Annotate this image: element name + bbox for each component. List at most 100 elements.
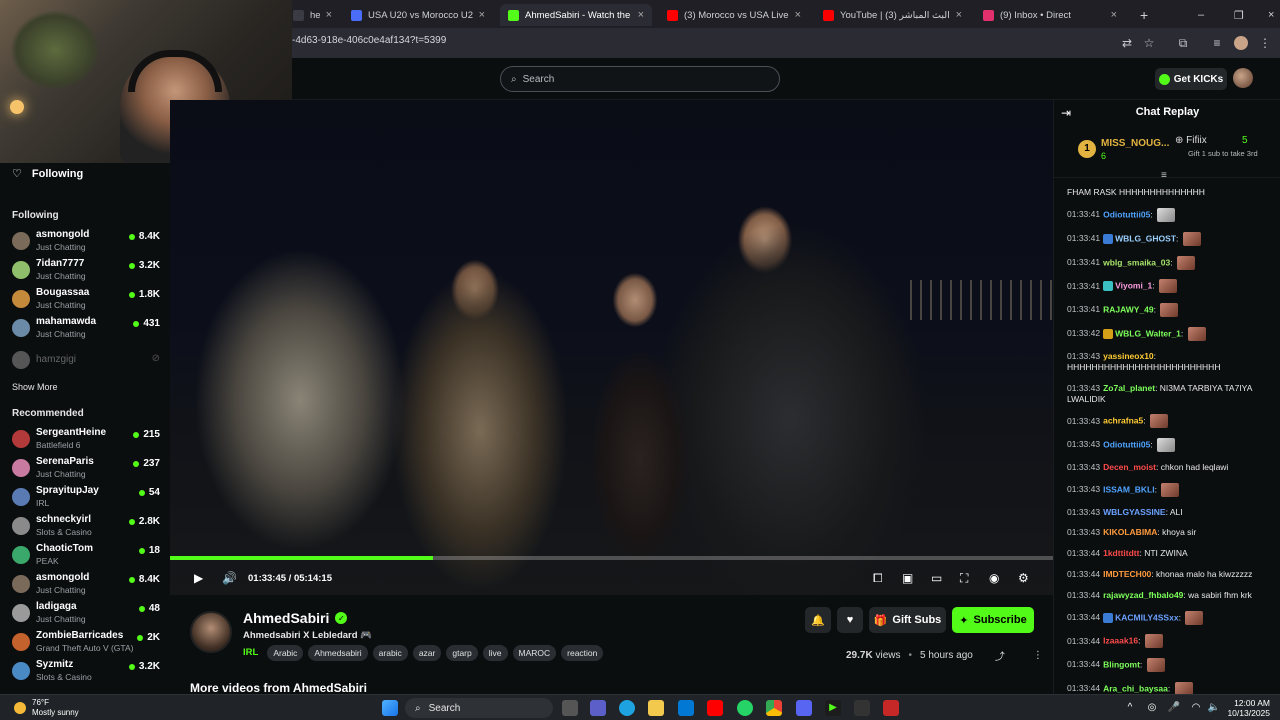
outlook-icon[interactable] — [678, 700, 694, 716]
wifi-icon[interactable]: ◠ — [1188, 700, 1204, 716]
notification-bell-button[interactable]: 🔔 — [805, 607, 831, 633]
streamer-avatar[interactable] — [190, 611, 232, 653]
tag-pill[interactable]: live — [482, 644, 508, 661]
tray-chevron-icon[interactable]: ^ — [1122, 700, 1138, 716]
second-gifter[interactable]: ⊕ Fifiix — [1175, 135, 1207, 146]
sidebar-channel[interactable]: SprayitupJay IRL 54 — [12, 484, 160, 513]
tag-pill[interactable]: Ahmedsabiri — [308, 644, 368, 661]
profile-avatar-icon[interactable] — [1234, 36, 1248, 50]
chat-username[interactable]: Odiotuttii05 — [1103, 209, 1150, 219]
network-icon[interactable]: ◎ — [1144, 700, 1160, 716]
show-more-link[interactable]: Show More — [12, 382, 58, 392]
user-avatar[interactable] — [1233, 68, 1253, 88]
weather-widget[interactable]: 76°F Mostly sunny — [14, 698, 79, 718]
tag-pill[interactable]: MAROC — [512, 644, 557, 661]
clip-icon[interactable]: ⧠ — [873, 571, 883, 586]
expand-icon[interactable]: ≡ — [1161, 170, 1167, 181]
bookmark-star-icon[interactable]: ☆ — [1142, 36, 1156, 50]
chat-username[interactable]: yassineox10 — [1103, 351, 1154, 361]
tag-pill[interactable]: Arabic — [267, 644, 304, 661]
speed-icon[interactable]: ◉ — [989, 571, 999, 585]
speaker-icon[interactable]: 🔈 — [1206, 700, 1222, 716]
sidebar-channel[interactable]: 7idan7777 Just Chatting 3.2K — [12, 257, 160, 286]
youtube-icon[interactable] — [707, 700, 723, 716]
close-window-icon[interactable]: × — [1260, 4, 1280, 26]
browser-tab[interactable]: USA U20 vs Morocco U20 live s × — [343, 4, 493, 26]
video-player[interactable]: ▶ 🔊 01:33:45 / 05:14:15 ⧠ ▣ ▭ ⛶ ◉ ⚙ — [170, 100, 1053, 595]
chat-username[interactable]: Blingomt — [1103, 659, 1140, 669]
github-icon[interactable] — [854, 700, 870, 716]
close-tab-icon[interactable]: × — [795, 9, 801, 21]
close-tab-icon[interactable]: × — [956, 9, 962, 21]
settings-gear-icon[interactable]: ⚙ — [1018, 571, 1029, 585]
sidebar-channel[interactable]: SergeantHeine Battlefield 6 215 — [12, 426, 160, 455]
sidebar-channel[interactable]: ladigaga Just Chatting 48 — [12, 600, 160, 629]
system-clock[interactable]: 12:00 AM 10/13/2025 — [1227, 698, 1270, 718]
whatsapp-icon[interactable] — [737, 700, 753, 716]
tag-pill[interactable]: arabic — [372, 644, 408, 661]
tag-pill[interactable]: azar — [412, 644, 442, 661]
chat-username[interactable]: KIKOLABIMA — [1103, 527, 1157, 537]
chat-username[interactable]: ISSAM_BKLI — [1103, 484, 1154, 494]
chat-username[interactable]: KACMILY4SSxx — [1115, 612, 1178, 622]
sidebar-channel[interactable]: Syzmitz Slots & Casino 3.2K — [12, 658, 160, 687]
chat-username[interactable]: wblg_smaika_03 — [1103, 257, 1170, 267]
kick-icon[interactable]: ▶ — [825, 700, 841, 716]
url-text[interactable]: -4d63-918e-406c0e4af134?t=5399 — [292, 35, 446, 46]
browser-menu-icon[interactable]: ⋮ — [1258, 36, 1272, 50]
tag-pill[interactable]: reaction — [561, 644, 604, 661]
volume-icon[interactable]: 🔊 — [222, 571, 237, 585]
minimize-icon[interactable]: – — [1190, 4, 1212, 26]
top-gifter-name[interactable]: MISS_NOUG... — [1101, 138, 1169, 149]
discord-icon[interactable] — [796, 700, 812, 716]
sidebar-channel[interactable]: ChaoticTom PEAK 18 — [12, 542, 160, 571]
chat-username[interactable]: IMDTECH00 — [1103, 569, 1151, 579]
sidebar-channel[interactable]: mahamawda Just Chatting 431 — [12, 315, 160, 344]
chat-username[interactable]: Zo7al_planet — [1103, 383, 1155, 393]
edge-icon[interactable] — [619, 700, 635, 716]
chat-username[interactable]: achrafna5 — [1103, 416, 1143, 426]
follow-heart-button[interactable]: ♥ — [837, 607, 863, 633]
tag-pill[interactable]: gtarp — [446, 644, 478, 661]
task-view-icon[interactable] — [562, 700, 578, 716]
sidebar-channel[interactable]: asmongold Just Chatting 8.4K — [12, 228, 160, 257]
windows-start-icon[interactable] — [382, 700, 398, 716]
chat-username[interactable]: Izaaak16 — [1103, 636, 1138, 646]
chat-username[interactable]: 1kdttitdtt — [1103, 548, 1139, 558]
chat-username[interactable]: Ara_chi_baysaa — [1103, 683, 1168, 693]
sidebar-channel[interactable]: schneckyirl Slots & Casino 2.8K — [12, 513, 160, 542]
following-nav[interactable]: ♡ Following — [12, 167, 83, 181]
chat-username[interactable]: WBLGYASSINE — [1103, 507, 1166, 517]
new-tab-icon[interactable]: + — [1132, 4, 1156, 26]
mini-player-icon[interactable]: ▣ — [902, 571, 913, 585]
extensions-icon[interactable]: ⧉ — [1176, 36, 1190, 50]
streamer-name[interactable]: AhmedSabiri ✓ — [243, 610, 348, 626]
close-tab-icon[interactable]: × — [638, 9, 644, 21]
browser-tab[interactable]: (3) Morocco vs USA Live Stream × — [659, 4, 809, 26]
theater-mode-icon[interactable]: ▭ — [931, 571, 942, 585]
sidebar-channel[interactable]: Bougassaa Just Chatting 1.8K — [12, 286, 160, 315]
sidebar-channel[interactable]: ZombieBarricades Grand Theft Auto V (GTA)… — [12, 629, 160, 658]
play-icon[interactable]: ▶ — [194, 571, 203, 585]
chat-username[interactable]: Viyomi_1 — [1115, 281, 1152, 291]
close-tab-icon[interactable]: × — [479, 9, 485, 21]
taskbar-search[interactable]: ⌕ Search — [405, 698, 553, 718]
offline-channel[interactable]: hamzgigi ⊘ — [12, 350, 160, 370]
browser-tab[interactable]: (9) Inbox • Direct × — [975, 4, 1125, 26]
close-tab-icon[interactable]: × — [1111, 9, 1117, 21]
chat-username[interactable]: Decen_moist — [1103, 462, 1156, 472]
microphone-icon[interactable]: 🎤 — [1166, 700, 1182, 716]
more-options-icon[interactable]: ⋮ — [1033, 650, 1043, 661]
media-control-icon[interactable]: ≡ — [1210, 36, 1224, 50]
subscribe-button[interactable]: ✦ Subscribe — [952, 607, 1034, 633]
get-kicks-button[interactable]: Get KICKs — [1155, 68, 1227, 90]
chat-username[interactable]: RAJAWY_49 — [1103, 304, 1154, 314]
progress-bar[interactable] — [170, 556, 1053, 560]
file-explorer-icon[interactable] — [648, 700, 664, 716]
chat-username[interactable]: rajawyzad_fhbalo49 — [1103, 590, 1183, 600]
fullscreen-icon[interactable]: ⛶ — [960, 571, 968, 586]
gift-subs-button[interactable]: 🎁 Gift Subs — [869, 607, 946, 633]
maximize-icon[interactable]: ❐ — [1226, 4, 1252, 26]
close-tab-icon[interactable]: × — [326, 9, 332, 21]
category-link[interactable]: IRL — [243, 644, 262, 661]
